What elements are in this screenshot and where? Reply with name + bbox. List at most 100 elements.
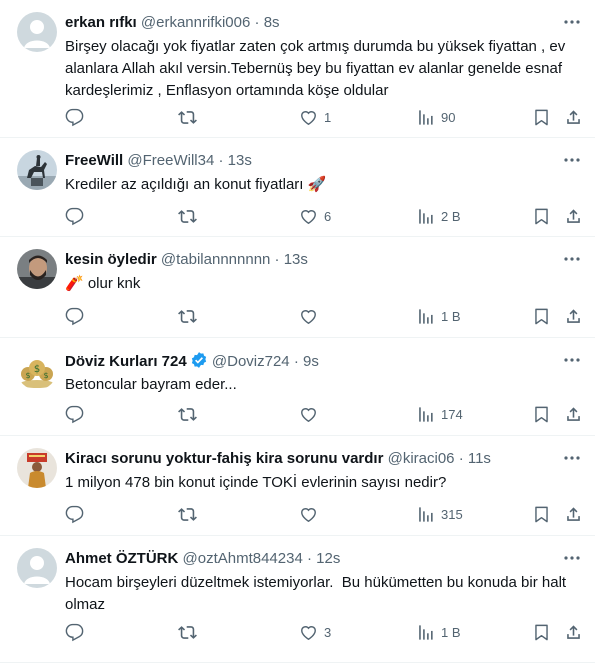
display-name[interactable]: Kiracı sorunu yoktur-fahiş kira sorunu v… <box>65 450 383 467</box>
bookmark-icon <box>535 624 548 640</box>
tweet[interactable]: erkan rıfkı @erkannrifki006 · 8s Birşey … <box>0 0 595 138</box>
tweet-header: kesin öyledir @tabilannnnnnn · 13s <box>65 250 545 270</box>
timestamp[interactable]: 13s <box>284 251 308 268</box>
action-bar: 315 <box>65 504 595 524</box>
more-options-button[interactable] <box>562 350 582 370</box>
reply-button[interactable] <box>65 107 90 127</box>
view-count: 1 B <box>441 308 461 324</box>
retweet-icon <box>178 209 197 223</box>
bookmark-icon <box>535 506 548 522</box>
avatar[interactable] <box>17 448 57 488</box>
timestamp[interactable]: 11s <box>468 450 491 467</box>
tweet[interactable]: Kiracı sorunu yoktur-fahiş kira sorunu v… <box>0 436 595 536</box>
analytics-icon <box>419 208 433 224</box>
user-handle[interactable]: @oztAhmt844234 <box>183 550 303 567</box>
retweet-icon <box>178 507 197 521</box>
retweet-button[interactable] <box>178 404 203 424</box>
svg-text:$: $ <box>25 371 30 380</box>
display-name[interactable]: Döviz Kurları 724 <box>65 353 187 370</box>
display-name[interactable]: Ahmet ÖZTÜRK <box>65 550 178 567</box>
avatar[interactable] <box>17 548 57 588</box>
retweet-icon <box>178 309 197 323</box>
timestamp[interactable]: 12s <box>316 550 340 567</box>
tweet[interactable]: FreeWill @FreeWill34 · 13s Krediler az a… <box>0 138 595 237</box>
equestrian-statue-avatar-icon <box>17 150 57 190</box>
avatar[interactable] <box>17 150 57 190</box>
reply-button[interactable] <box>65 306 90 326</box>
views-button[interactable]: 174 <box>416 404 463 424</box>
svg-text:$: $ <box>43 371 48 380</box>
more-options-button[interactable] <box>562 249 582 269</box>
ellipsis-icon <box>564 456 580 460</box>
reply-button[interactable] <box>65 622 90 642</box>
share-button[interactable] <box>564 107 583 127</box>
like-button[interactable]: 1 <box>299 107 331 127</box>
more-options-button[interactable] <box>562 548 582 568</box>
like-button[interactable] <box>299 404 324 424</box>
timestamp[interactable]: 9s <box>303 353 319 370</box>
more-options-button[interactable] <box>562 150 582 170</box>
like-count: 6 <box>324 208 332 224</box>
retweet-button[interactable] <box>178 306 203 326</box>
like-button[interactable]: 3 <box>299 622 331 642</box>
sign-holder-avatar-icon <box>17 448 57 488</box>
retweet-button[interactable] <box>178 504 203 524</box>
like-button[interactable] <box>299 504 324 524</box>
reply-button[interactable] <box>65 504 90 524</box>
money-bags-avatar-icon: $ $ $ <box>17 350 57 390</box>
retweet-icon <box>178 625 197 639</box>
views-button[interactable]: 2 B <box>416 206 461 226</box>
bookmark-icon <box>535 208 548 224</box>
analytics-icon <box>419 109 433 125</box>
share-icon <box>567 624 580 639</box>
user-handle[interactable]: @kiraci06 <box>388 450 455 467</box>
like-button[interactable]: 6 <box>299 206 331 226</box>
tweet[interactable]: Ahmet ÖZTÜRK @oztAhmt844234 · 12s Hocam … <box>0 536 595 663</box>
views-button[interactable]: 1 B <box>416 622 461 642</box>
bookmark-button[interactable] <box>532 504 551 524</box>
tweet-text: Hocam birşeyleri düzeltmek istemiyorlar.… <box>65 574 571 613</box>
bookmark-button[interactable] <box>532 107 551 127</box>
share-button[interactable] <box>564 206 583 226</box>
share-button[interactable] <box>564 306 583 326</box>
avatar[interactable] <box>17 12 57 52</box>
avatar[interactable]: $ $ $ <box>17 350 57 390</box>
like-count: 3 <box>324 624 332 640</box>
analytics-icon <box>419 308 433 324</box>
views-button[interactable]: 90 <box>416 107 455 127</box>
user-handle[interactable]: @FreeWill34 <box>127 152 214 169</box>
tweet[interactable]: $ $ $ Döviz Kurları 724 @Doviz724 · 9s B… <box>0 338 595 436</box>
reply-icon <box>65 505 84 523</box>
display-name[interactable]: FreeWill <box>65 152 123 169</box>
bookmark-button[interactable] <box>532 306 551 326</box>
user-handle[interactable]: @erkannrifki006 <box>141 14 250 31</box>
reply-button[interactable] <box>65 404 90 424</box>
retweet-button[interactable] <box>178 622 203 642</box>
heart-icon <box>301 407 316 422</box>
display-name[interactable]: kesin öyledir <box>65 251 157 268</box>
display-name[interactable]: erkan rıfkı <box>65 14 137 31</box>
user-handle[interactable]: @tabilannnnnnn <box>161 251 270 268</box>
retweet-button[interactable] <box>178 206 203 226</box>
bookmark-button[interactable] <box>532 206 551 226</box>
more-options-button[interactable] <box>562 12 582 32</box>
like-button[interactable] <box>299 306 324 326</box>
reply-icon <box>65 405 84 423</box>
bookmark-button[interactable] <box>532 404 551 424</box>
tweet[interactable]: kesin öyledir @tabilannnnnnn · 13s 🧨 olu… <box>0 237 595 338</box>
heart-icon <box>301 507 316 522</box>
bookmark-button[interactable] <box>532 622 551 642</box>
more-options-button[interactable] <box>562 448 582 468</box>
reply-button[interactable] <box>65 206 90 226</box>
user-handle[interactable]: @Doviz724 <box>212 353 290 370</box>
views-button[interactable]: 1 B <box>416 306 461 326</box>
share-button[interactable] <box>564 622 583 642</box>
timestamp[interactable]: 8s <box>264 14 280 31</box>
share-button[interactable] <box>564 504 583 524</box>
views-button[interactable]: 315 <box>416 504 463 524</box>
avatar[interactable] <box>17 249 57 289</box>
share-button[interactable] <box>564 404 583 424</box>
retweet-button[interactable] <box>178 107 203 127</box>
bookmark-icon <box>535 109 548 125</box>
timestamp[interactable]: 13s <box>228 152 252 169</box>
